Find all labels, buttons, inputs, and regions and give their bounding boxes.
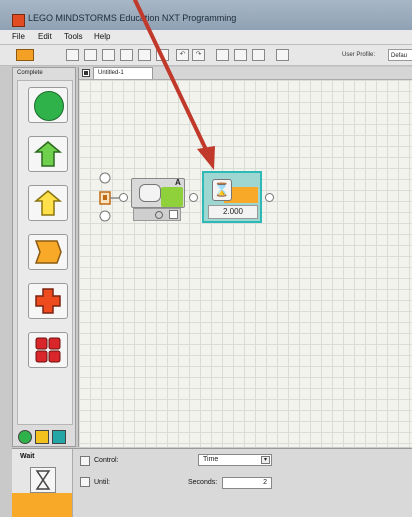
pan-tool-icon[interactable] [234, 49, 247, 61]
paste-icon[interactable] [156, 49, 169, 61]
beam-connector-1 [119, 193, 128, 202]
window-title: LEGO MINDSTORMS Education NXT Programmin… [28, 13, 237, 23]
orange-flow-icon [34, 240, 62, 264]
configuration-panel: Wait Control: Time ▾ Until: Seconds: 2 [12, 448, 412, 517]
config-orange-strip [12, 493, 72, 517]
user-profile-select[interactable]: Defau [388, 49, 412, 61]
program-area: Untitled-1 A ⌛ 2.000 [78, 67, 412, 447]
tab-common-palette[interactable] [18, 430, 32, 444]
palette-custom-button[interactable] [28, 332, 68, 368]
move-block[interactable]: A [131, 178, 185, 222]
tab-complete-palette[interactable] [35, 430, 49, 444]
palette-sensor-button[interactable] [28, 185, 68, 221]
move-direction-box [169, 210, 178, 219]
pointer-tool-icon[interactable] [216, 49, 229, 61]
until-icon [80, 477, 90, 487]
user-profile-label: User Profile: [342, 52, 376, 58]
cut-icon[interactable] [120, 49, 133, 61]
palette-flow-button[interactable] [28, 234, 68, 270]
copy-icon[interactable] [138, 49, 151, 61]
app-icon [12, 14, 25, 27]
save-icon[interactable] [102, 49, 115, 61]
robot-center-button[interactable] [16, 49, 34, 61]
document-tab-bar: Untitled-1 [79, 67, 412, 80]
hourglass-icon: ⌛ [212, 179, 232, 201]
undo-icon[interactable]: ↶ [176, 49, 189, 61]
config-title: Wait [20, 453, 35, 460]
redo-icon[interactable]: ↷ [192, 49, 205, 61]
palette-move-button[interactable] [28, 136, 68, 172]
green-up-arrow-icon [33, 141, 63, 167]
palette-strip [17, 80, 73, 425]
menu-file[interactable]: File [12, 32, 25, 41]
move-power-icon [155, 211, 163, 219]
title-bar: LEGO MINDSTORMS Education NXT Programmin… [0, 0, 412, 30]
toolbar: ↶ ↷ User Profile: Defau [0, 45, 412, 66]
control-select[interactable]: Time ▾ [198, 454, 272, 466]
move-port-label: A [175, 178, 181, 187]
palette-tabs [16, 428, 76, 446]
menu-help[interactable]: Help [94, 32, 110, 41]
program-grid[interactable]: A ⌛ 2.000 [79, 80, 412, 447]
yellow-up-arrow-icon [33, 190, 63, 216]
tab-custom-palette[interactable] [52, 430, 66, 444]
control-icon [80, 456, 90, 466]
start-connector [99, 172, 119, 222]
menu-edit[interactable]: Edit [38, 32, 52, 41]
config-block-summary: Wait [12, 449, 73, 517]
control-label: Control: [94, 457, 119, 464]
control-select-value: Time [203, 456, 219, 463]
green-circle-icon [34, 91, 64, 121]
palette-header: Complete [17, 70, 43, 76]
move-motor-icon [139, 184, 161, 202]
chevron-down-icon[interactable]: ▾ [261, 456, 270, 464]
wait-value-box: 2.000 [208, 205, 258, 219]
beam-connector-2 [189, 193, 198, 202]
tab-close-icon[interactable] [82, 69, 90, 77]
beam-end-connector [265, 193, 274, 202]
seconds-input[interactable]: 2 [222, 477, 272, 489]
custom-palette-icon[interactable] [276, 49, 289, 61]
red-cross-icon [35, 288, 61, 314]
red-grid-icon [35, 337, 61, 363]
until-label: Until: [94, 479, 110, 486]
comment-tool-icon[interactable] [252, 49, 265, 61]
menu-tools[interactable]: Tools [64, 32, 83, 41]
menu-bar: File Edit Tools Help [0, 30, 412, 45]
palette-advanced-button[interactable] [28, 283, 68, 319]
seconds-label: Seconds: [188, 479, 218, 486]
block-palette: Complete [12, 67, 76, 447]
config-hourglass-icon [30, 467, 56, 493]
palette-common-button[interactable] [28, 87, 68, 123]
wait-block[interactable]: ⌛ 2.000 [202, 171, 262, 223]
document-tab[interactable]: Untitled-1 [93, 67, 153, 79]
move-block-accent [161, 187, 183, 207]
new-icon[interactable] [66, 49, 79, 61]
open-icon[interactable] [84, 49, 97, 61]
